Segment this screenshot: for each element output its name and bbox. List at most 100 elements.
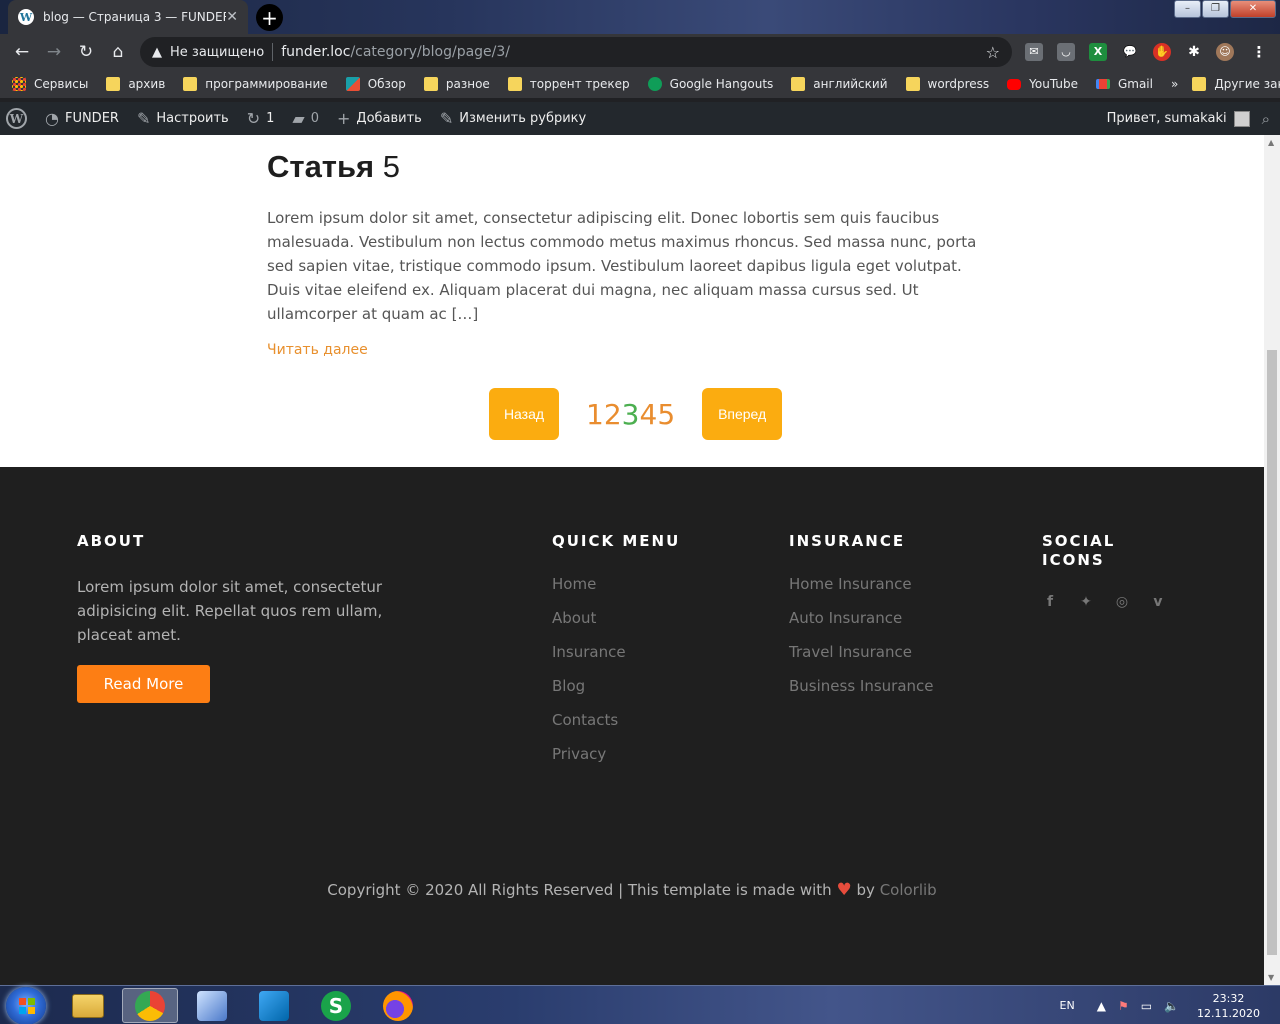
footer-link-business-insurance[interactable]: Business Insurance [789,676,934,696]
bookmark-label: Google Hangouts [669,77,774,91]
bookmark-youtube[interactable]: YouTube [1007,77,1078,91]
facebook-icon[interactable]: f [1042,594,1058,610]
scroll-down-arrow-icon[interactable]: ▼ [1268,973,1274,982]
minimize-button[interactable]: – [1174,0,1201,18]
footer-insurance: INSURANCE Home Insurance Auto Insurance … [789,532,934,710]
flag-alert-icon[interactable]: ⚑ [1118,999,1129,1013]
user-greeting[interactable]: Привет, sumakaki [1107,111,1227,126]
footer-link-contacts[interactable]: Contacts [552,710,680,730]
comments-count: 0 [310,111,319,126]
tray-expand-icon[interactable]: ▲ [1097,999,1106,1013]
windows-taskbar: S EN ▲ ⚑ ▭ 🔈 23:32 12.11.2020 [0,985,1280,1024]
footer-link-travel-insurance[interactable]: Travel Insurance [789,642,934,662]
clock[interactable]: 23:32 12.11.2020 [1197,991,1260,1021]
taskbar-firefox[interactable] [370,988,426,1023]
bookmarks-overflow-button[interactable]: » [1171,77,1178,91]
wp-updates[interactable]: ↻ 1 [247,109,275,128]
page-link-4[interactable]: 4 [639,398,657,431]
next-page-button[interactable]: Вперед [702,388,783,440]
footer-link-auto-insurance[interactable]: Auto Insurance [789,608,934,628]
chat-extension-icon[interactable]: 💬 [1121,43,1139,61]
excel-extension-icon[interactable]: X [1089,43,1107,61]
url-path: /category/blog/page/3/ [350,44,510,60]
address-bar[interactable]: ▲ Не защищено funder.loc/category/blog/p… [140,37,1012,67]
site-name-label: FUNDER [64,111,119,126]
updates-count: 1 [266,111,275,126]
taskbar-search-app[interactable] [184,988,240,1023]
other-bookmarks[interactable]: Другие закладки [1192,77,1280,91]
window-close-button[interactable]: ✕ [1230,0,1276,18]
bookmark-folder-archive[interactable]: архив [106,77,165,91]
pocket-extension-icon[interactable]: ◡ [1057,43,1075,61]
vimeo-icon[interactable]: v [1150,594,1166,610]
footer-link-about[interactable]: About [552,608,680,628]
bookmark-folder-torrent[interactable]: торрент трекер [507,77,630,91]
page-scrollbar[interactable]: ▲ ▼ [1264,135,1280,985]
twitter-icon[interactable]: ✦ [1078,594,1094,610]
footer-link-blog[interactable]: Blog [552,676,680,696]
instagram-icon[interactable]: ◎ [1114,594,1130,610]
s-app-icon: S [321,990,351,1021]
wp-comments[interactable]: ▰ 0 [292,109,319,128]
footer-link-home[interactable]: Home [552,574,680,594]
wp-add-new[interactable]: + Добавить [337,109,422,128]
wp-logo-menu[interactable]: W [6,108,27,129]
tab-close-icon[interactable]: ✕ [226,9,238,25]
read-more-link[interactable]: Читать далее [267,342,368,358]
colorlib-link[interactable]: Colorlib [880,881,937,899]
start-button[interactable] [6,987,46,1024]
prev-page-button[interactable]: Назад [489,388,559,440]
forward-button[interactable]: → [43,41,65,63]
footer-social: SOCIAL ICONS f ✦ ◎ v [1042,532,1186,610]
footer-link-insurance[interactable]: Insurance [552,642,680,662]
back-button[interactable]: ← [11,41,33,63]
scroll-up-arrow-icon[interactable]: ▲ [1268,138,1274,147]
page-link-5[interactable]: 5 [657,398,675,431]
mail-extension-icon[interactable]: ✉ [1025,43,1043,61]
bookmark-review[interactable]: Обзор [345,77,406,91]
footer-link-home-insurance[interactable]: Home Insurance [789,574,934,594]
bookmark-hangouts[interactable]: Google Hangouts [647,77,774,91]
post-title[interactable]: Статья 5 [267,149,997,185]
avatar[interactable] [1233,110,1250,127]
profile-avatar[interactable]: ☺ [1216,43,1234,61]
extensions-puzzle-icon[interactable]: ✱ [1185,43,1203,61]
copyright: Copyright © 2020 All Rights Reserved | T… [0,880,1264,900]
taskbar-s-app[interactable]: S [308,988,364,1023]
bookmark-star-icon[interactable]: ☆ [986,43,1000,62]
taskbar-explorer[interactable] [60,988,116,1023]
scrollbar-thumb[interactable] [1267,350,1277,955]
read-more-button[interactable]: Read More [77,665,210,703]
bookmark-folder-misc[interactable]: разное [423,77,490,91]
bookmark-folder-programming[interactable]: программирование [183,77,328,91]
security-label[interactable]: Не защищено [170,45,264,60]
browser-tab-active[interactable]: W blog — Страница 3 — FUNDER ✕ [8,0,248,34]
search-icon[interactable]: ⌕ [1262,110,1270,128]
language-indicator[interactable]: EN [1060,999,1075,1012]
menu-kebab-icon[interactable]: ⋮ [1250,43,1268,61]
reload-button[interactable]: ↻ [75,41,97,63]
bookmark-gmail[interactable]: Gmail [1095,77,1153,91]
bookmark-folder-wordpress[interactable]: wordpress [905,77,989,91]
maximize-button[interactable]: ❐ [1202,0,1229,18]
page-link-2[interactable]: 2 [604,398,622,431]
wp-edit-category[interactable]: ✎ Изменить рубрику [440,109,586,128]
footer-link-privacy[interactable]: Privacy [552,744,680,764]
home-button[interactable]: ⌂ [107,41,129,63]
adblock-extension-icon[interactable]: ✋ [1153,43,1171,61]
bookmark-label: программирование [205,77,328,91]
social-heading-line1: SOCIAL [1042,532,1116,550]
page-link-1[interactable]: 1 [586,398,604,431]
taskbar-chrome[interactable] [122,988,178,1023]
clock-time: 23:32 [1212,991,1245,1005]
new-tab-button[interactable]: + [256,4,283,31]
volume-icon[interactable]: 🔈 [1164,999,1179,1013]
bookmark-apps[interactable]: Сервисы [12,77,88,91]
bookmark-label: Обзор [367,77,406,91]
taskbar-vscode[interactable] [246,988,302,1023]
network-icon[interactable]: ▭ [1141,999,1152,1013]
wp-customize[interactable]: ✎ Настроить [137,109,229,128]
wp-site-name[interactable]: ◔ FUNDER [45,109,119,128]
folder-icon [183,77,198,91]
bookmark-folder-english[interactable]: английский [791,77,888,91]
